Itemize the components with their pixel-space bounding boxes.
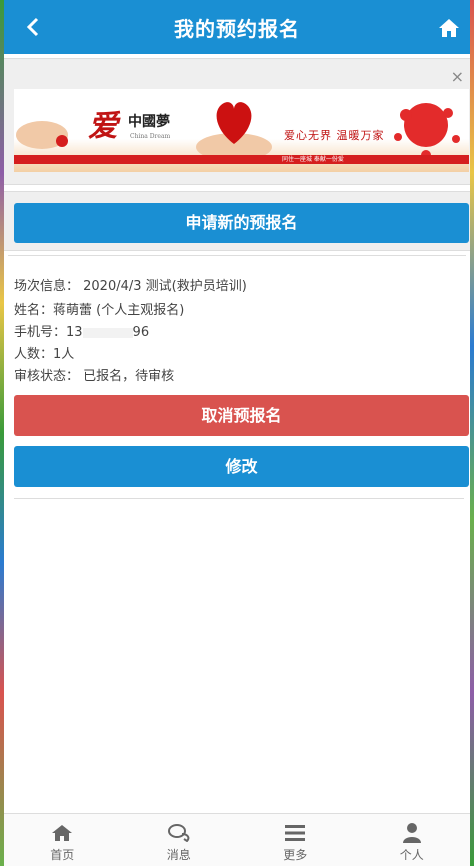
tab-more[interactable]: 更多 [237, 814, 354, 866]
bottom-tab-bar: 首页 消息 更多 个人 [4, 813, 470, 866]
status-info: 审核状态： 已报名，待审核 [14, 369, 175, 384]
section-divider [8, 255, 466, 256]
right-edge-strip [470, 0, 474, 866]
edit-button[interactable]: 修改 [14, 446, 469, 487]
banner-image[interactable]: 爱 中國夢 China Dream 爱心无界 温暖万家 同住一座城 奉献一份爱 [14, 89, 469, 172]
apply-section: 申请新的预报名 [4, 191, 470, 251]
tab-messages[interactable]: 消息 [121, 814, 238, 866]
tab-home[interactable]: 首页 [4, 814, 121, 866]
menu-icon [284, 823, 306, 843]
count-info: 人数：1人 [14, 347, 75, 362]
phone-prefix: 手机号：13 [14, 325, 83, 340]
phone-suffix: 96 [132, 325, 150, 340]
chat-icon [167, 823, 190, 843]
banner-subline: 同住一座城 奉献一份爱 [282, 156, 344, 163]
tab-profile[interactable]: 个人 [354, 814, 471, 866]
tab-messages-label: 消息 [166, 848, 191, 862]
phone-redaction [82, 327, 133, 338]
banner-red-stripe [14, 155, 469, 164]
user-icon [401, 823, 423, 843]
home-icon [51, 823, 73, 843]
home-icon [439, 19, 459, 37]
apply-new-button[interactable]: 申请新的预报名 [14, 203, 469, 243]
home-button[interactable] [438, 17, 460, 39]
cancel-reservation-button[interactable]: 取消预报名 [14, 395, 469, 436]
hand-heart-illustration [16, 121, 68, 149]
logo-china-dream-en: China Dream [130, 133, 171, 140]
close-banner-button[interactable]: × [451, 69, 464, 85]
logo-calligraphy: 爱 [88, 109, 118, 144]
page-title: 我的预约报名 [174, 17, 300, 41]
name-info: 姓名：蒋萌蕾 (个人主观报名) [14, 303, 185, 318]
hands-holding-heart-illustration [196, 102, 272, 159]
app-screen: 我的预约报名 × 爱 中國夢 China Dream 爱心无界 温暖万家 同住一… [4, 0, 470, 866]
bottom-divider [14, 498, 464, 499]
logo-china-dream: 中國夢 [128, 114, 170, 130]
tab-home-label: 首页 [50, 848, 75, 862]
top-nav-bar: 我的预约报名 [4, 0, 470, 54]
banner-slogan: 爱心无界 温暖万家 [284, 129, 385, 142]
tab-more-label: 更多 [283, 848, 308, 862]
tab-profile-label: 个人 [399, 848, 424, 862]
banner-section: × 爱 中國夢 China Dream 爱心无界 温暖万家 同住一座城 奉献一份… [4, 58, 470, 185]
session-info: 场次信息： 2020/4/3 测试(救护员培训) [14, 279, 247, 294]
phone-info: 手机号：13 96 [14, 325, 149, 341]
